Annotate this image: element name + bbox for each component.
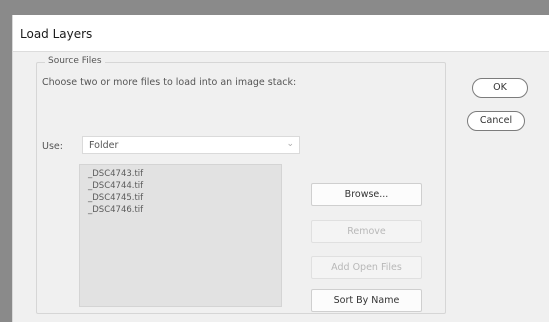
sort-by-name-button[interactable]: Sort By Name bbox=[311, 289, 422, 312]
use-dropdown-value: Folder bbox=[89, 140, 119, 151]
file-list[interactable]: _DSC4743.tif _DSC4744.tif _DSC4745.tif _… bbox=[79, 164, 282, 307]
file-list-item[interactable]: _DSC4743.tif bbox=[80, 168, 281, 180]
chevron-down-icon: ⌄ bbox=[286, 139, 294, 149]
file-list-item[interactable]: _DSC4745.tif bbox=[80, 192, 281, 204]
ok-button[interactable]: OK bbox=[472, 78, 528, 98]
use-label: Use: bbox=[42, 141, 63, 152]
source-files-legend: Source Files bbox=[45, 56, 105, 66]
use-dropdown[interactable]: Folder ⌄ bbox=[82, 136, 300, 154]
browse-button[interactable]: Browse... bbox=[311, 183, 422, 206]
cancel-button[interactable]: Cancel bbox=[467, 111, 525, 131]
instructions-text: Choose two or more files to load into an… bbox=[42, 77, 297, 88]
remove-button[interactable]: Remove bbox=[311, 220, 422, 243]
file-list-item[interactable]: _DSC4746.tif bbox=[80, 204, 281, 216]
file-list-item[interactable]: _DSC4744.tif bbox=[80, 180, 281, 192]
dialog-title: Load Layers bbox=[20, 27, 93, 41]
title-bar: Load Layers bbox=[13, 15, 549, 52]
add-open-files-button[interactable]: Add Open Files bbox=[311, 256, 422, 279]
